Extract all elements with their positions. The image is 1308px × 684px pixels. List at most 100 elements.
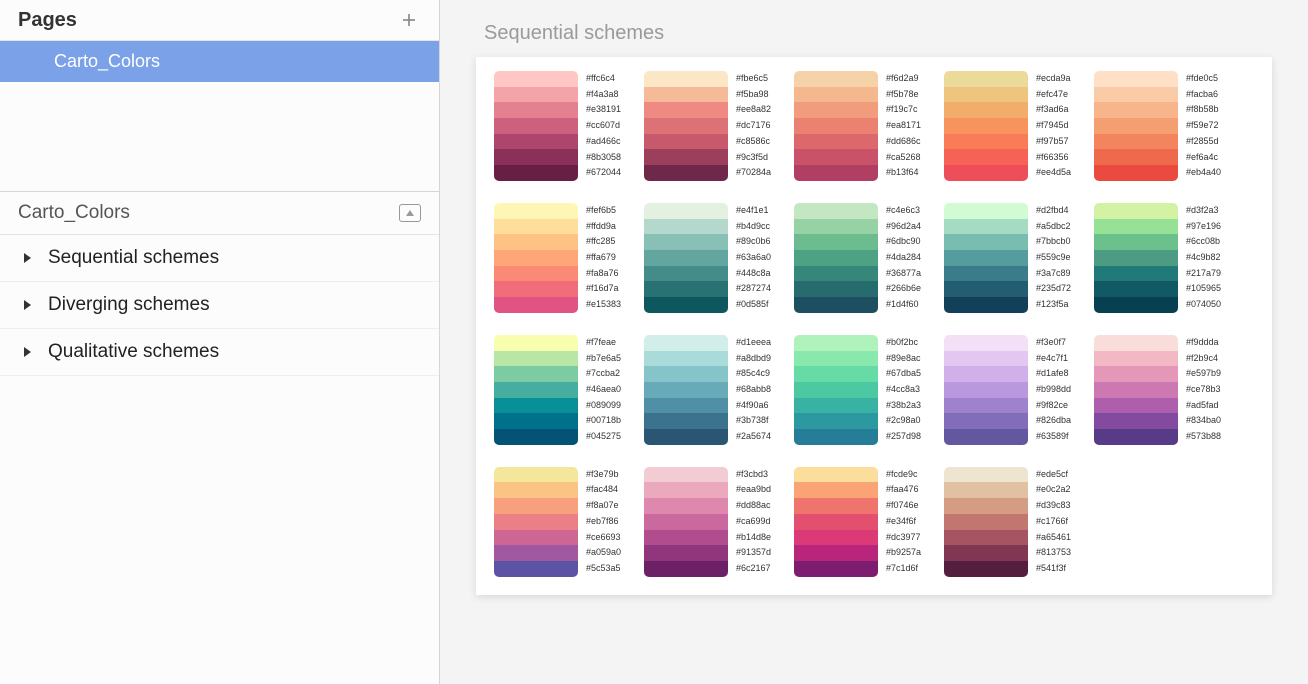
disclosure-triangle-icon[interactable] [22,345,32,359]
color-swatch[interactable] [794,351,878,367]
color-swatch[interactable] [494,87,578,103]
layer-item[interactable]: Diverging schemes [0,282,439,329]
color-swatch[interactable] [494,545,578,561]
page-item[interactable]: Carto_Colors [0,41,439,82]
color-palette[interactable]: #d3f2a3#97e196#6cc08b#4c9b82#217a79#1059… [1094,203,1234,313]
color-swatch[interactable] [644,134,728,150]
color-swatch[interactable] [794,281,878,297]
color-swatch[interactable] [644,429,728,445]
color-swatch[interactable] [644,219,728,235]
color-swatch[interactable] [644,482,728,498]
color-palette[interactable]: #fde0c5#facba6#f8b58b#f59e72#f2855d#ef6a… [1094,71,1234,181]
color-swatch[interactable] [794,514,878,530]
color-swatch[interactable] [794,203,878,219]
color-swatch[interactable] [494,134,578,150]
color-swatch[interactable] [494,219,578,235]
color-swatch[interactable] [944,165,1028,181]
color-swatch[interactable] [494,398,578,414]
color-swatch[interactable] [794,266,878,282]
color-swatch[interactable] [944,149,1028,165]
color-swatch[interactable] [944,250,1028,266]
color-swatch[interactable] [794,118,878,134]
color-swatch[interactable] [794,382,878,398]
add-page-button[interactable] [397,8,421,32]
color-swatch[interactable] [944,530,1028,546]
color-swatch[interactable] [494,234,578,250]
color-palette[interactable]: #b0f2bc#89e8ac#67dba5#4cc8a3#38b2a3#2c98… [794,335,934,445]
color-swatch[interactable] [644,351,728,367]
color-swatch[interactable] [494,366,578,382]
color-swatch[interactable] [494,482,578,498]
color-palette[interactable]: #f3cbd3#eaa9bd#dd88ac#ca699d#b14d8e#9135… [644,467,784,577]
color-swatch[interactable] [794,530,878,546]
color-swatch[interactable] [1094,335,1178,351]
color-swatch[interactable] [794,482,878,498]
color-swatch[interactable] [494,118,578,134]
color-swatch[interactable] [944,382,1028,398]
color-palette[interactable]: #d2fbd4#a5dbc2#7bbcb0#559c9e#3a7c89#235d… [944,203,1084,313]
color-swatch[interactable] [644,382,728,398]
color-swatch[interactable] [794,561,878,577]
color-swatch[interactable] [644,281,728,297]
color-swatch[interactable] [1094,351,1178,367]
artboard-title[interactable]: Sequential schemes [476,22,1272,45]
color-palette[interactable]: #f3e79b#fac484#f8a07e#eb7f86#ce6693#a059… [494,467,634,577]
color-palette[interactable]: #ede5cf#e0c2a2#d39c83#c1766f#a65461#8137… [944,467,1084,577]
color-swatch[interactable] [794,467,878,483]
canvas[interactable]: Sequential schemes #ffc6c4#f4a3a8#e38191… [440,0,1308,684]
color-swatch[interactable] [644,203,728,219]
color-swatch[interactable] [1094,266,1178,282]
color-swatch[interactable] [494,102,578,118]
color-palette[interactable]: #fef6b5#ffdd9a#ffc285#ffa679#fa8a76#f16d… [494,203,634,313]
color-palette[interactable]: #d1eeea#a8dbd9#85c4c9#68abb8#4f90a6#3b73… [644,335,784,445]
color-swatch[interactable] [644,366,728,382]
color-swatch[interactable] [644,149,728,165]
color-swatch[interactable] [944,71,1028,87]
color-swatch[interactable] [1094,71,1178,87]
color-swatch[interactable] [644,102,728,118]
color-swatch[interactable] [944,118,1028,134]
color-swatch[interactable] [1094,165,1178,181]
color-swatch[interactable] [1094,118,1178,134]
color-swatch[interactable] [494,351,578,367]
layer-item[interactable]: Sequential schemes [0,235,439,282]
color-swatch[interactable] [944,482,1028,498]
color-swatch[interactable] [944,134,1028,150]
color-swatch[interactable] [1094,87,1178,103]
color-swatch[interactable] [944,203,1028,219]
color-swatch[interactable] [944,467,1028,483]
color-swatch[interactable] [644,398,728,414]
color-swatch[interactable] [1094,297,1178,313]
color-swatch[interactable] [644,467,728,483]
layer-item[interactable]: Qualitative schemes [0,329,439,376]
color-palette[interactable]: #c4e6c3#96d2a4#6dbc90#4da284#36877a#266b… [794,203,934,313]
color-swatch[interactable] [644,118,728,134]
color-swatch[interactable] [644,266,728,282]
color-swatch[interactable] [1094,219,1178,235]
color-swatch[interactable] [494,297,578,313]
color-swatch[interactable] [494,281,578,297]
color-swatch[interactable] [794,398,878,414]
color-swatch[interactable] [644,561,728,577]
color-swatch[interactable] [644,71,728,87]
color-swatch[interactable] [644,413,728,429]
color-swatch[interactable] [944,266,1028,282]
color-swatch[interactable] [944,514,1028,530]
color-swatch[interactable] [1094,398,1178,414]
color-swatch[interactable] [494,165,578,181]
color-swatch[interactable] [944,219,1028,235]
color-swatch[interactable] [494,266,578,282]
color-swatch[interactable] [644,234,728,250]
color-swatch[interactable] [794,250,878,266]
color-swatch[interactable] [794,297,878,313]
color-swatch[interactable] [944,281,1028,297]
color-swatch[interactable] [944,429,1028,445]
color-swatch[interactable] [494,335,578,351]
color-swatch[interactable] [794,366,878,382]
color-swatch[interactable] [644,165,728,181]
color-swatch[interactable] [1094,203,1178,219]
color-swatch[interactable] [794,71,878,87]
color-swatch[interactable] [494,561,578,577]
collapse-layers-button[interactable] [399,204,421,222]
color-swatch[interactable] [794,102,878,118]
